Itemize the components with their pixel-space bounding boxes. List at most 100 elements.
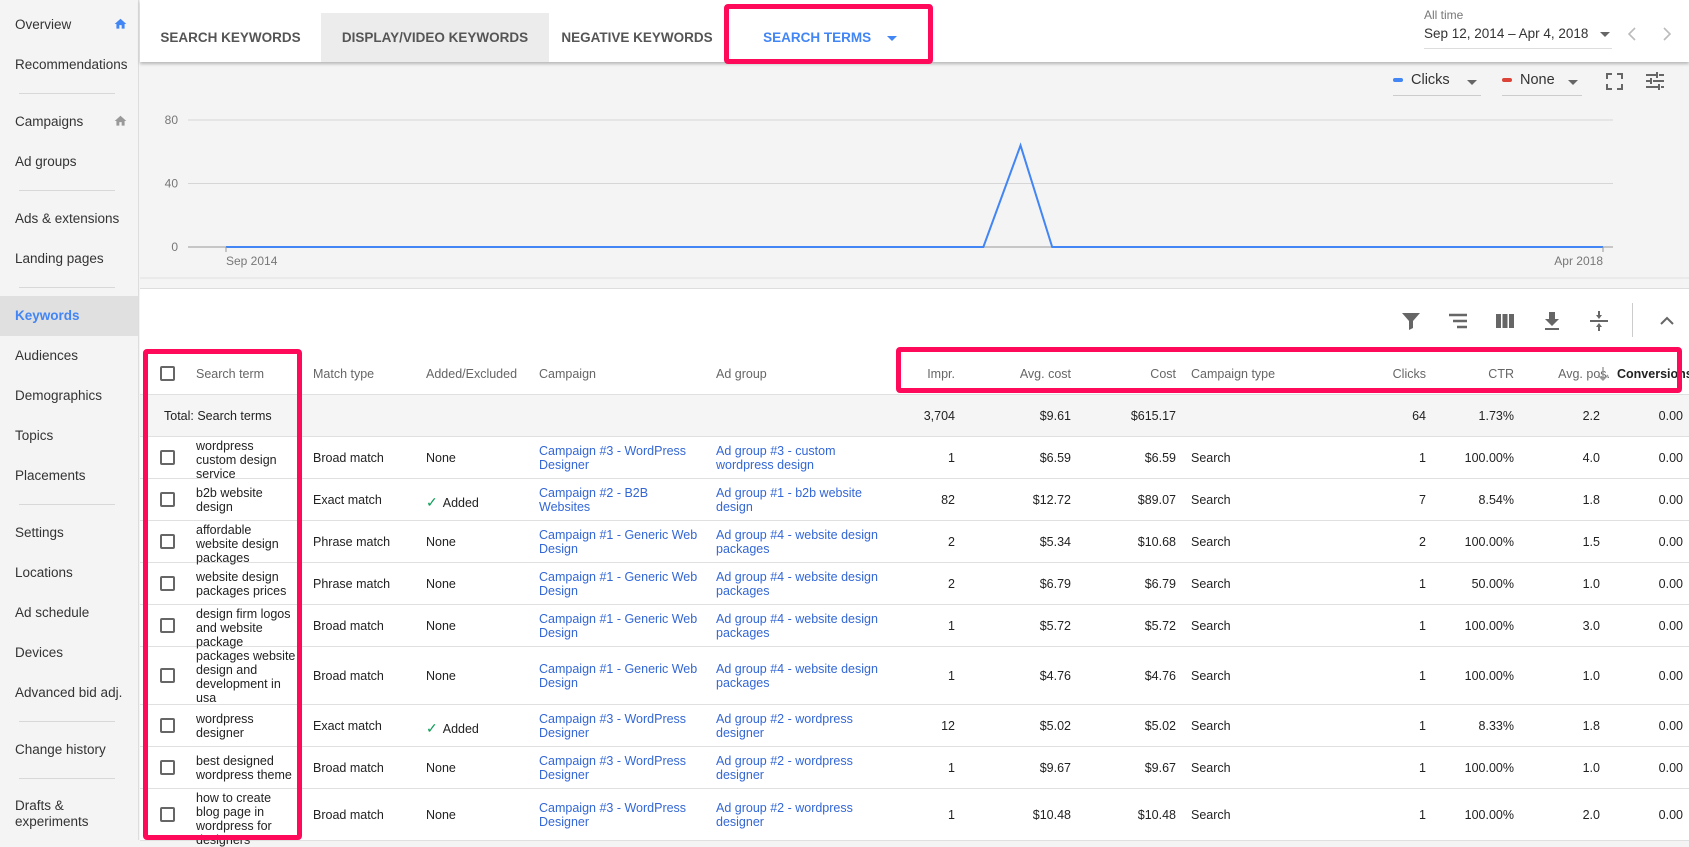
sidebar-item-label: Change history (15, 742, 106, 757)
columns-icon[interactable] (1493, 309, 1517, 333)
search-term-cell: best designed wordpress theme (196, 754, 292, 782)
column-header-avg-cost[interactable]: Avg. cost (975, 367, 1071, 381)
sidebar-item-change-history[interactable]: Change history (15, 742, 106, 757)
column-header-clicks[interactable]: Clicks (1340, 367, 1426, 381)
campaign-link[interactable]: Campaign #1 - Generic Web Design (539, 612, 699, 640)
column-header-added-excluded[interactable]: Added/Excluded (426, 367, 517, 381)
sidebar-item-keywords[interactable]: Keywords (15, 308, 80, 323)
row-checkbox[interactable] (160, 534, 175, 549)
campaign-link[interactable]: Campaign #1 - Generic Web Design (539, 570, 699, 598)
row-checkbox[interactable] (160, 807, 175, 822)
total-conversions: 0.00 (1658, 409, 1683, 423)
ctr-cell: 100.00% (1464, 808, 1514, 822)
campaign-link[interactable]: Campaign #3 - WordPress Designer (539, 444, 699, 472)
select-all-checkbox[interactable] (160, 366, 175, 381)
ad-group-link[interactable]: Ad group #1 - b2b website design (716, 486, 886, 514)
sidebar-item-audiences[interactable]: Audiences (15, 348, 78, 363)
table-row: wordpress designer Exact match ✓ Added Campa… (140, 705, 1689, 747)
sidebar-item-placements[interactable]: Placements (15, 468, 86, 483)
row-checkbox[interactable] (160, 760, 175, 775)
column-header-cost[interactable]: Cost (1080, 367, 1176, 381)
column-header-ctr[interactable]: CTR (1436, 367, 1514, 381)
avg-cost-cell: $5.72 (1039, 619, 1071, 633)
clicks-cell: 1 (1419, 808, 1426, 822)
ad-group-link[interactable]: Ad group #3 - custom wordpress design (716, 444, 886, 472)
sort-arrow-down-icon[interactable] (1597, 366, 1609, 382)
clicks-cell: 1 (1419, 577, 1426, 591)
sidebar-item-ad-groups[interactable]: Ad groups (15, 154, 77, 169)
sidebar-item-campaigns[interactable]: Campaigns (15, 114, 83, 129)
sidebar-item-drafts-experiments[interactable]: Drafts & experiments (15, 798, 89, 830)
row-checkbox[interactable] (160, 618, 175, 633)
tab-negative-keywords[interactable]: NEGATIVE KEYWORDS (549, 13, 725, 62)
ad-group-link[interactable]: Ad group #2 - wordpress designer (716, 754, 886, 782)
table-header-row: Search term Match type Added/Excluded Ca… (140, 353, 1689, 395)
segment-icon[interactable] (1446, 309, 1470, 333)
column-header-campaign-type[interactable]: Campaign type (1191, 367, 1275, 381)
chart-settings-icon[interactable] (1645, 71, 1665, 91)
sidebar-item-devices[interactable]: Devices (15, 645, 63, 660)
campaign-link[interactable]: Campaign #1 - Generic Web Design (539, 662, 699, 690)
compact-view-icon[interactable] (1587, 309, 1611, 333)
sidebar-item-overview[interactable]: Overview (15, 17, 71, 32)
ad-group-link[interactable]: Ad group #4 - website design packages (716, 528, 886, 556)
date-range-underline (1424, 48, 1612, 49)
table-row: how to create blog page in wordpress for… (140, 789, 1689, 847)
column-header-impr[interactable]: Impr. (875, 367, 955, 381)
row-checkbox[interactable] (160, 718, 175, 733)
row-checkbox[interactable] (160, 450, 175, 465)
sidebar-item-landing-pages[interactable]: Landing pages (15, 251, 104, 266)
campaign-type-cell: Search (1191, 619, 1231, 633)
ctr-cell: 100.00% (1464, 619, 1514, 633)
tab-search-terms[interactable]: SEARCH TERMS (730, 13, 930, 62)
collapse-chevron-up-icon[interactable] (1655, 309, 1679, 333)
next-period-icon[interactable] (1659, 26, 1673, 42)
row-checkbox[interactable] (160, 492, 175, 507)
conversions-cell: 0.00 (1658, 577, 1683, 591)
sidebar-nav: Overview Recommendations Campaigns Ad gr… (0, 0, 139, 840)
ad-group-link[interactable]: Ad group #2 - wordpress designer (716, 801, 886, 829)
primary-metric-dropdown[interactable]: Clicks (1393, 72, 1481, 96)
cost-cell: $6.79 (1144, 577, 1176, 591)
ctr-cell: 8.33% (1478, 719, 1514, 733)
column-header-search-term[interactable]: Search term (196, 367, 264, 381)
tab-search-keywords[interactable]: SEARCH KEYWORDS (140, 13, 321, 62)
ad-group-link[interactable]: Ad group #2 - wordpress designer (716, 712, 886, 740)
column-header-match-type[interactable]: Match type (313, 367, 374, 381)
sidebar-item-recommendations[interactable]: Recommendations (15, 57, 128, 72)
fullscreen-icon[interactable] (1606, 73, 1623, 90)
column-header-ad-group[interactable]: Ad group (716, 367, 767, 381)
ad-group-link[interactable]: Ad group #4 - website design packages (716, 570, 886, 598)
column-header-campaign[interactable]: Campaign (539, 367, 596, 381)
sidebar-divider (19, 721, 115, 722)
chevron-down-icon (1467, 80, 1477, 85)
filter-icon[interactable] (1399, 309, 1423, 333)
secondary-metric-dropdown[interactable]: None (1502, 72, 1582, 96)
date-range-value: Sep 12, 2014 – Apr 4, 2018 (1424, 26, 1589, 41)
campaign-link[interactable]: Campaign #3 - WordPress Designer (539, 712, 699, 740)
download-icon[interactable] (1540, 309, 1564, 333)
sidebar-item-topics[interactable]: Topics (15, 428, 53, 443)
sidebar-item-advanced-bid-adj[interactable]: Advanced bid adj. (15, 685, 122, 700)
campaign-link[interactable]: Campaign #3 - WordPress Designer (539, 801, 699, 829)
column-header-conversions[interactable]: Conversions (1617, 367, 1689, 381)
row-checkbox[interactable] (160, 576, 175, 591)
sidebar-item-settings[interactable]: Settings (15, 525, 64, 540)
sidebar-divider (19, 287, 115, 288)
sidebar-item-ad-schedule[interactable]: Ad schedule (15, 605, 89, 620)
ad-group-link[interactable]: Ad group #4 - website design packages (716, 662, 886, 690)
campaign-link[interactable]: Campaign #3 - WordPress Designer (539, 754, 699, 782)
sidebar-item-label: experiments (15, 814, 89, 829)
sidebar-item-locations[interactable]: Locations (15, 565, 73, 580)
campaign-link[interactable]: Campaign #1 - Generic Web Design (539, 528, 699, 556)
ad-group-link[interactable]: Ad group #4 - website design packages (716, 612, 886, 640)
sidebar-item-ads-extensions[interactable]: Ads & extensions (15, 211, 119, 226)
campaign-link[interactable]: Campaign #2 - B2B Websites (539, 486, 699, 514)
clicks-cell: 1 (1419, 719, 1426, 733)
tab-display-video-keywords[interactable]: DISPLAY/VIDEO KEYWORDS (321, 13, 549, 62)
impr-cell: 1 (948, 808, 955, 822)
cost-cell: $4.76 (1144, 669, 1176, 683)
row-checkbox[interactable] (160, 668, 175, 683)
previous-period-icon[interactable] (1626, 26, 1640, 42)
sidebar-item-demographics[interactable]: Demographics (15, 388, 102, 403)
